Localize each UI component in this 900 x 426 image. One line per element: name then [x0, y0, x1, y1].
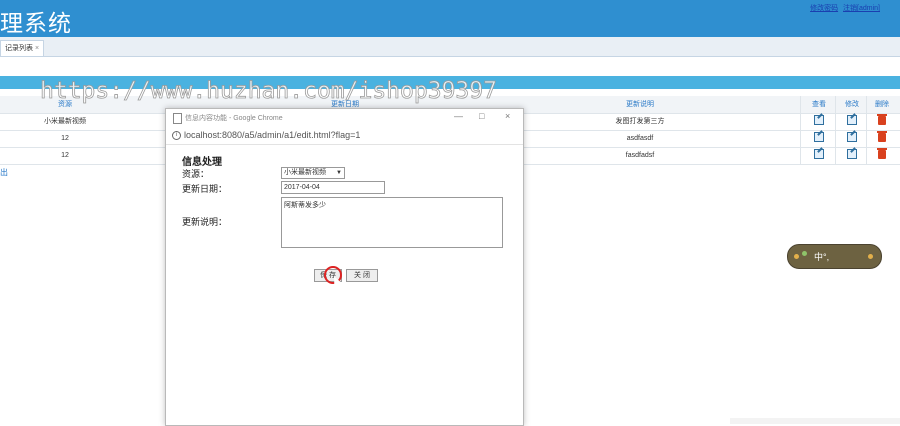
edit-icon[interactable] [847, 115, 857, 125]
view-icon[interactable] [814, 149, 824, 159]
close-window-button[interactable]: × [505, 111, 510, 121]
edit-button[interactable] [838, 130, 866, 147]
view-icon[interactable] [814, 132, 824, 142]
cell-desc: fasdfadsf [625, 152, 655, 159]
date-input[interactable]: 2017-04-04 [281, 181, 385, 194]
bottom-strip [730, 418, 900, 424]
close-icon[interactable]: × [35, 45, 39, 52]
cell-desc: asdfasdf [626, 135, 654, 142]
edit-icon[interactable] [847, 132, 857, 142]
resource-label: 资源： [182, 169, 210, 179]
ime-dot-icon [802, 251, 807, 256]
cell-resource: 12 [61, 152, 69, 159]
edit-popup-window: 信息内容功能 - Google Chrome — □ × i localhost… [165, 108, 524, 426]
form-title: 信息处理 [182, 157, 222, 168]
delete-button[interactable] [868, 147, 896, 164]
address-bar: i localhost:8080/a5/admin/a1/edit.html?f… [166, 127, 523, 145]
desc-textarea[interactable]: 阿斯蒂发多少 [281, 197, 503, 248]
close-button[interactable]: 关 闭 [346, 269, 378, 282]
delete-button[interactable] [868, 113, 896, 130]
back-link[interactable]: 出 [0, 167, 8, 178]
trash-icon[interactable] [877, 131, 887, 142]
view-button[interactable] [805, 113, 833, 130]
edit-button[interactable] [838, 113, 866, 130]
change-password-link[interactable]: 修改密码 [810, 5, 838, 12]
ime-toolbar[interactable]: 中°, [787, 244, 882, 269]
view-button[interactable] [805, 130, 833, 147]
popup-titlebar: 信息内容功能 - Google Chrome — □ × [166, 109, 523, 127]
maximize-button[interactable]: □ [479, 111, 484, 121]
watermark-text: https://www.huzhan.com/ishop39397 [40, 78, 498, 105]
app-title: 理系统 [0, 10, 72, 36]
col-view: 查看 [812, 101, 826, 108]
edit-icon[interactable] [847, 149, 857, 159]
address-url[interactable]: localhost:8080/a5/admin/a1/edit.html?fla… [184, 130, 360, 140]
view-button[interactable] [805, 147, 833, 164]
chevron-down-icon: ▼ [336, 170, 342, 176]
ime-label: 中°, [814, 252, 830, 262]
popup-title: 信息内容功能 - Google Chrome [185, 115, 283, 122]
view-icon[interactable] [814, 115, 824, 125]
col-delete: 删除 [875, 101, 889, 108]
column-divider [835, 96, 836, 164]
info-icon[interactable]: i [172, 131, 181, 140]
trash-icon[interactable] [877, 114, 887, 125]
header-links: 修改密码 注销[admin] [807, 3, 880, 13]
resource-select-value: 小米最新视频 [284, 169, 326, 176]
column-divider [800, 96, 801, 164]
app-header: 理系统 修改密码 注销[admin] [0, 0, 900, 37]
trash-icon[interactable] [877, 148, 887, 159]
cell-resource: 小米最新视频 [44, 118, 86, 125]
edit-button[interactable] [838, 147, 866, 164]
ime-dot-icon [868, 254, 873, 259]
resource-select[interactable]: 小米最新视频 ▼ [281, 167, 345, 179]
desc-label: 更新说明： [182, 217, 228, 227]
ime-dot-icon [794, 254, 799, 259]
col-edit: 修改 [845, 101, 859, 108]
document-icon [173, 113, 182, 124]
tab-label: 记录列表 [5, 45, 33, 52]
logout-link[interactable]: 注销[admin] [843, 5, 880, 12]
tab-bar: 记录列表 × [0, 37, 900, 57]
delete-button[interactable] [868, 130, 896, 147]
date-label: 更新日期： [182, 184, 228, 194]
cell-resource: 12 [61, 135, 69, 142]
minimize-button[interactable]: — [454, 111, 463, 121]
col-desc: 更新说明 [626, 101, 654, 108]
cell-desc: 发图打发第三方 [615, 118, 665, 125]
tab-record-list[interactable]: 记录列表 × [0, 40, 45, 56]
column-divider [866, 96, 867, 164]
